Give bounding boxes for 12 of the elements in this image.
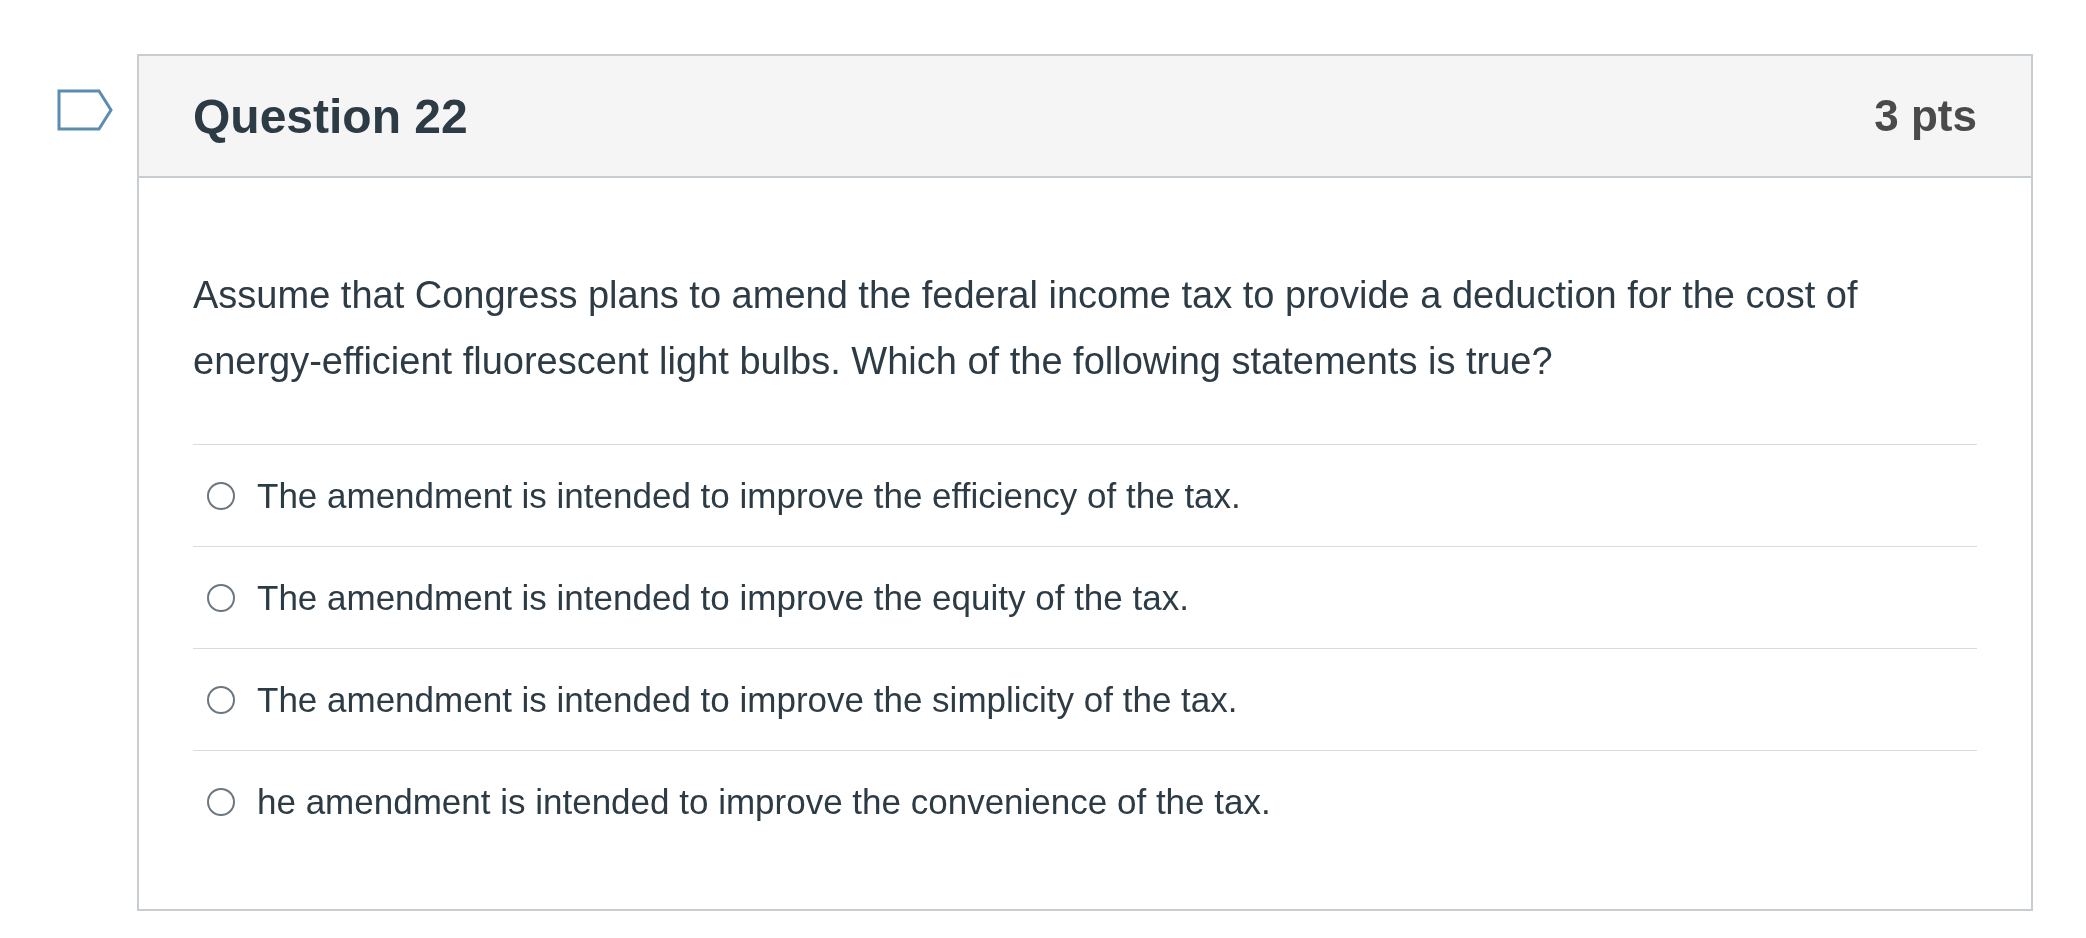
answer-option[interactable]: The amendment is intended to improve the equity of the tax.: [193, 547, 1977, 649]
radio-button[interactable]: [207, 583, 235, 612]
radio-button[interactable]: [207, 787, 235, 816]
points-label: 3 pts: [1874, 91, 1977, 141]
question-text: Assume that Congress plans to amend the federal income tax to provide a deduction for the cost of energy-efficient fluorescent light bulbs. Which of the following statements is true?: [193, 273, 1859, 384]
answer-option[interactable]: The amendment is intended to improve the simplicity of the tax.: [193, 649, 1977, 751]
radio-button[interactable]: [207, 481, 235, 510]
answer-option[interactable]: The amendment is intended to improve the efficiency of the tax.: [193, 445, 1977, 547]
answer-option[interactable]: he amendment is intended to improve the convenience of the tax.: [193, 751, 1977, 852]
flag-icon[interactable]: [57, 89, 113, 131]
radio-button[interactable]: [207, 685, 235, 714]
question-title: Question 22: [193, 88, 468, 144]
